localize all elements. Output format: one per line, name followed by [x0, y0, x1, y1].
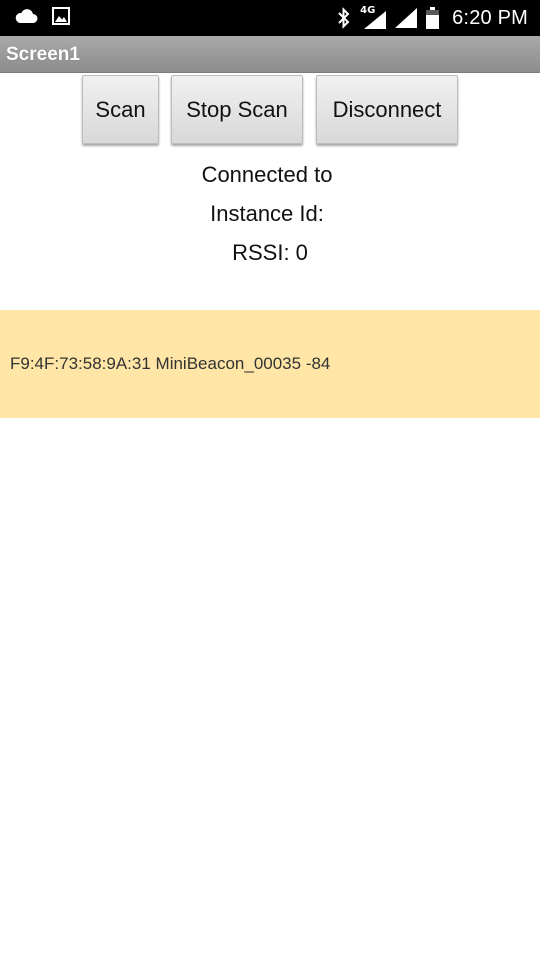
rssi-label: RSSI: 0: [232, 240, 308, 265]
list-item[interactable]: F9:4F:73:58:9A:31 MiniBeacon_00035 -84: [10, 354, 330, 374]
screen-title: Screen1: [6, 44, 80, 65]
status-notifications: [14, 7, 70, 25]
disconnect-button[interactable]: Disconnect: [316, 75, 458, 144]
status-clock: 6:20 PM: [452, 6, 528, 29]
device-list: F9:4F:73:58:9A:31 MiniBeacon_00035 -84: [0, 310, 540, 418]
status-system-icons: 4G 6:20 PM: [337, 0, 528, 36]
wifi-signal-icon: [395, 8, 418, 28]
connected-to-label: Connected to: [201, 162, 333, 187]
battery-icon: [426, 7, 440, 29]
image-icon: [52, 7, 70, 25]
cloud-icon: [14, 8, 38, 24]
bluetooth-icon: [337, 7, 351, 29]
stop-scan-button[interactable]: Stop Scan: [171, 75, 303, 144]
mobile-signal-icon: 4G: [360, 5, 387, 29]
title-bar: Screen1: [0, 36, 540, 73]
instance-id-label: Instance Id:: [210, 201, 324, 226]
scan-button[interactable]: Scan: [82, 75, 159, 144]
status-bar: 4G 6:20 PM: [0, 0, 540, 36]
